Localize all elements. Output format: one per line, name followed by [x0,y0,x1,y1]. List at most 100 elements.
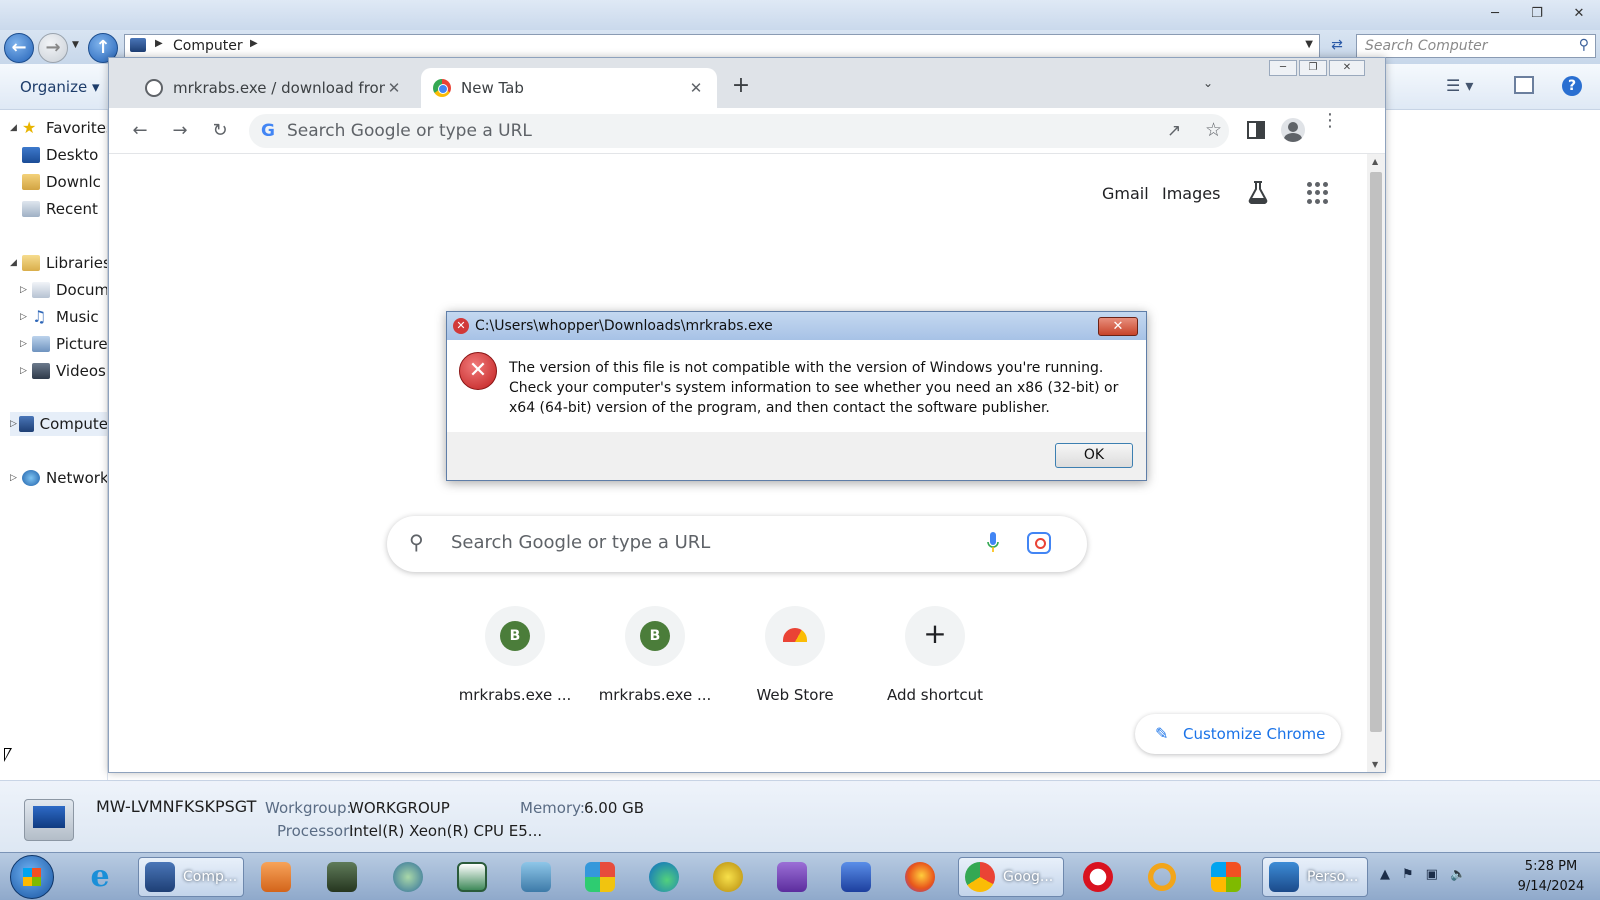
taskbar-globe-app[interactable] [382,857,434,897]
help-icon[interactable]: ? [1562,76,1582,96]
scroll-down-icon[interactable]: ▼ [1372,760,1378,769]
omnibox[interactable]: G Search Google or type a URL ↗ ☆ [249,114,1229,148]
chrome-toolbar: ← → ↻ G Search Google or type a URL ↗ ☆ … [109,108,1385,154]
expand-arrow-icon[interactable]: ▷ [20,339,32,349]
forward-button[interactable]: → [38,33,68,63]
change-view-icon[interactable]: ☰ ▾ [1446,76,1473,95]
google-lens-icon[interactable] [1027,532,1051,554]
page-scrollbar[interactable]: ▲ ▼ [1367,154,1385,772]
start-button[interactable] [10,855,54,899]
chrome-minimize-button[interactable]: ─ [1269,60,1297,76]
search-icon[interactable]: ⚲ [1579,37,1589,53]
microphone-icon[interactable] [987,532,999,554]
taskbar-blue-app[interactable] [830,857,882,897]
nav-downloads[interactable]: Downlc [22,170,101,194]
expand-arrow-icon[interactable]: ▷ [20,312,32,322]
tab-search-chevron-icon[interactable]: ⌄ [1203,76,1213,90]
explorer-search-input[interactable]: Search Computer ⚲ [1356,34,1596,58]
expand-arrow-icon[interactable]: ▷ [20,366,32,376]
tab-close-icon[interactable]: ✕ [385,79,403,97]
taskbar-opera[interactable] [1072,857,1124,897]
nav-music[interactable]: ▷ ♫ Music [20,305,99,329]
dialog-close-button[interactable]: ✕ [1098,317,1138,336]
taskbar-windows-logo-app[interactable] [1200,857,1252,897]
share-icon[interactable]: ↗ [1167,121,1181,141]
taskbar-visual-studio[interactable] [766,857,818,897]
side-panel-icon[interactable] [1247,121,1265,139]
google-apps-icon[interactable] [1307,182,1329,204]
chrome-restore-button[interactable]: ❐ [1299,60,1327,76]
images-link[interactable]: Images [1162,184,1220,203]
chrome-close-button[interactable]: ✕ [1329,60,1365,76]
scrollbar-thumb[interactable] [1370,172,1382,732]
scroll-up-icon[interactable]: ▲ [1372,157,1378,166]
clock-date[interactable]: 9/14/2024 [1516,879,1586,894]
nav-network[interactable]: ▷ Network [10,466,107,490]
customize-chrome-button[interactable]: ✎ Customize Chrome [1135,714,1341,754]
taskbar-internet-explorer[interactable]: e [74,857,126,897]
nav-pictures[interactable]: ▷ Pictures [20,332,107,356]
chrome-menu-icon[interactable]: ⋮ [1321,112,1339,130]
gmail-link[interactable]: Gmail [1102,184,1149,203]
ring-icon [1147,862,1177,892]
nav-favorites[interactable]: ◢ ★ Favorites [10,116,107,140]
taskbar-chrome[interactable]: Goog... [958,857,1064,897]
taskbar-firefox[interactable] [894,857,946,897]
reload-icon[interactable]: ↻ [207,118,233,144]
taskbar-yahoo-messenger[interactable] [702,857,754,897]
clock-time[interactable]: 5:28 PM [1516,859,1586,874]
breadcrumb-arrow-icon[interactable]: ▶ [155,38,163,49]
tab-close-icon[interactable]: ✕ [687,79,705,97]
volume-muted-icon[interactable]: 🔈 [1450,867,1466,882]
taskbar-ring-app[interactable] [1136,857,1188,897]
action-center-flag-icon[interactable]: ⚑ [1402,867,1414,882]
taskbar-media-player[interactable] [250,857,302,897]
nav-computer[interactable]: ▷ Compute [10,412,107,436]
nav-videos[interactable]: ▷ Videos [20,359,106,383]
profile-avatar-icon[interactable] [1281,118,1305,142]
taskbar-explorer-computer[interactable]: Comp... [138,857,244,897]
network-icon[interactable]: ▣ [1426,867,1438,882]
taskbar-edge[interactable] [638,857,690,897]
tab-new-tab[interactable]: New Tab ✕ [421,68,717,108]
back-arrow-icon[interactable]: ← [127,118,153,144]
tab-mrkrabs-download[interactable]: mrkrabs.exe / download from ba ✕ [133,68,415,108]
address-dropdown-icon[interactable]: ▼ [1305,39,1313,50]
forward-arrow-icon[interactable]: → [167,118,193,144]
close-button[interactable]: ✕ [1564,3,1594,25]
breadcrumb-arrow-icon[interactable]: ▶ [250,38,258,49]
address-bar[interactable]: ▶ Computer ▶ ▼ [124,34,1320,58]
expand-arrow-icon[interactable]: ▷ [10,419,19,429]
taskbar-window-app[interactable] [446,857,498,897]
taskbar-paint[interactable] [574,857,626,897]
breadcrumb-computer[interactable]: Computer [173,38,243,54]
nav-documents[interactable]: ▷ Docum [20,278,107,302]
minimize-button[interactable]: ─ [1480,3,1510,25]
collapse-arrow-icon[interactable]: ◢ [10,258,22,268]
back-button[interactable]: ← [4,33,34,63]
nav-libraries[interactable]: ◢ Libraries [10,251,107,275]
taskbar-personalization[interactable]: Perso... [1262,857,1368,897]
show-hidden-icons-icon[interactable]: ▲ [1380,867,1390,882]
recent-pages-dropdown[interactable]: ▼ [72,40,79,50]
collapse-arrow-icon[interactable]: ◢ [10,123,22,133]
shortcut-tile[interactable]: B mrkrabs.exe ... [595,606,715,704]
expand-arrow-icon[interactable]: ▷ [20,285,32,295]
nav-recent[interactable]: Recent [22,197,98,221]
taskbar-users-app[interactable] [510,857,562,897]
new-tab-button[interactable]: + [727,73,755,101]
restore-button[interactable]: ❐ [1522,3,1552,25]
ntp-search-box[interactable]: ⚲ Search Google or type a URL [387,516,1087,572]
shortcut-web-store[interactable]: Web Store [735,606,855,704]
nav-desktop[interactable]: Deskto [22,143,98,167]
labs-flask-icon[interactable] [1247,180,1269,204]
organize-button[interactable]: Organize ▾ [20,78,100,96]
shortcut-tile[interactable]: B mrkrabs.exe ... [455,606,575,704]
taskbar-task-manager[interactable] [316,857,368,897]
bookmark-star-icon[interactable]: ☆ [1205,119,1222,141]
ok-button[interactable]: OK [1055,443,1133,468]
preview-pane-icon[interactable] [1514,76,1534,94]
add-shortcut-button[interactable]: + Add shortcut [875,606,995,704]
expand-arrow-icon[interactable]: ▷ [10,473,22,483]
refresh-icon[interactable]: ⇄ [1324,34,1350,58]
